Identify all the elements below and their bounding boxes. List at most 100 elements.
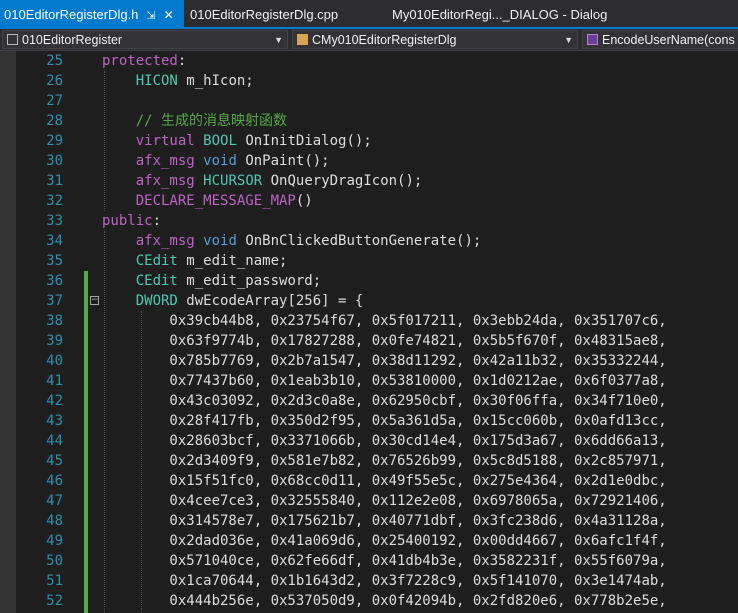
code-token: OnInitDialog(); (236, 133, 372, 149)
line-number: 42 (46, 393, 63, 409)
code-token: dwEcodeArray[256] = { (177, 293, 364, 309)
code-text: afx_msg void OnBnClickedButtonGenerate()… (102, 231, 482, 251)
line-number: 31 (46, 173, 63, 189)
code-token: 0x2d3409f9, 0x581e7b82, 0x76526b99, 0x5c… (102, 453, 667, 469)
code-line: 28 // 生成的消息映射函数 (0, 111, 738, 131)
code-token: CEdit (135, 273, 178, 289)
code-token: void (203, 153, 237, 169)
line-number: 39 (46, 333, 63, 349)
code-text: 0x2dad036e, 0x41a069d6, 0x25400192, 0x00… (102, 531, 667, 551)
chevron-down-icon: ▼ (564, 35, 573, 45)
code-token: afx_msg (135, 153, 195, 169)
code-line: 47 0x4cee7ce3, 0x32555840, 0x112e2e08, 0… (0, 491, 738, 511)
code-line: 48 0x314578e7, 0x175621b7, 0x40771dbf, 0… (0, 511, 738, 531)
method-icon (587, 34, 598, 45)
code-line: 40 0x785b7769, 0x2b7a1547, 0x38d11292, 0… (0, 351, 738, 371)
line-number: 46 (46, 473, 63, 489)
code-line: 33 public: (0, 211, 738, 231)
code-token: protected (102, 53, 178, 69)
tab-dialog-resource[interactable]: My010EditorRegi..._DIALOG - Dialog (392, 0, 607, 27)
line-number: 43 (46, 413, 63, 429)
code-token: 0x444b256e, 0x537050d9, 0x0f42094b, 0x2f… (102, 593, 667, 609)
code-token: 0x4cee7ce3, 0x32555840, 0x112e2e08, 0x69… (102, 493, 667, 509)
code-line: 50 0x571040ce, 0x62fe66df, 0x41db4b3e, 0… (0, 551, 738, 571)
project-dropdown[interactable]: 010EditorRegister ▼ (2, 30, 288, 49)
code-line: 41 0x77437b60, 0x1eab3b10, 0x53810000, 0… (0, 371, 738, 391)
code-text: 0x785b7769, 0x2b7a1547, 0x38d11292, 0x42… (102, 351, 666, 371)
code-text: HICON m_hIcon; (102, 71, 254, 91)
code-line: 27 (0, 91, 738, 111)
code-text: 0x28603bcf, 0x3371066b, 0x30cd14e4, 0x17… (102, 431, 667, 451)
code-token: m_edit_name; (177, 253, 288, 269)
code-text: 0x444b256e, 0x537050d9, 0x0f42094b, 0x2f… (102, 591, 667, 611)
class-icon (297, 34, 308, 45)
code-text: 0x571040ce, 0x62fe66df, 0x41db4b3e, 0x35… (102, 551, 666, 571)
code-token: () (295, 193, 313, 209)
code-token: DWORD (135, 293, 178, 309)
code-token: DECLARE_MESSAGE_MAP (135, 193, 296, 209)
member-dropdown[interactable]: EncodeUserName(cons (582, 30, 738, 49)
line-number: 49 (46, 533, 63, 549)
code-token: 0x15f51fc0, 0x68cc0d11, 0x49f55e5c, 0x27… (102, 473, 667, 489)
line-number: 28 (46, 113, 63, 129)
tab-label: 010EditorRegisterDlg.cpp (190, 7, 339, 22)
code-text: 0x1ca70644, 0x1b1643d2, 0x3f7228c9, 0x5f… (102, 571, 667, 591)
code-line: 46 0x15f51fc0, 0x68cc0d11, 0x49f55e5c, 0… (0, 471, 738, 491)
line-number: 25 (46, 53, 63, 69)
line-number: 48 (46, 513, 63, 529)
code-token: 0x43c03092, 0x2d3c0a8e, 0x62950cbf, 0x30… (102, 393, 667, 409)
line-number: 40 (46, 353, 63, 369)
line-number: 41 (46, 373, 63, 389)
code-line: 42 0x43c03092, 0x2d3c0a8e, 0x62950cbf, 0… (0, 391, 738, 411)
line-number: 50 (46, 553, 63, 569)
close-icon[interactable]: ✕ (164, 8, 174, 22)
line-number: 33 (46, 213, 63, 229)
line-number: 30 (46, 153, 63, 169)
code-token: m_edit_password; (177, 273, 322, 289)
code-line: 52 0x444b256e, 0x537050d9, 0x0f42094b, 0… (0, 591, 738, 611)
code-text: 0x2d3409f9, 0x581e7b82, 0x76526b99, 0x5c… (102, 451, 667, 471)
code-line: 49 0x2dad036e, 0x41a069d6, 0x25400192, 0… (0, 531, 738, 551)
class-dropdown[interactable]: CMy010EditorRegisterDlg ▼ (292, 30, 578, 49)
code-token: 0x2dad036e, 0x41a069d6, 0x25400192, 0x00… (102, 533, 667, 549)
tab-label: My010EditorRegi..._DIALOG - Dialog (392, 7, 608, 22)
line-number: 36 (46, 273, 63, 289)
code-token: OnQueryDragIcon(); (262, 173, 423, 189)
code-token: 0x77437b60, 0x1eab3b10, 0x53810000, 0x1d… (102, 373, 667, 389)
code-line: 29 virtual BOOL OnInitDialog(); (0, 131, 738, 151)
code-line: 34 afx_msg void OnBnClickedButtonGenerat… (0, 231, 738, 251)
code-text: 0x39cb44b8, 0x23754f67, 0x5f017211, 0x3e… (102, 311, 667, 331)
code-token: 0x1ca70644, 0x1b1643d2, 0x3f7228c9, 0x5f… (102, 573, 667, 589)
code-token: OnBnClickedButtonGenerate(); (236, 233, 482, 249)
code-line: 35 CEdit m_edit_name; (0, 251, 738, 271)
code-text: 0x28f417fb, 0x350d2f95, 0x5a361d5a, 0x15… (102, 411, 667, 431)
project-dropdown-value: 010EditorRegister (22, 33, 123, 47)
code-token: HCURSOR (203, 173, 263, 189)
class-dropdown-value: CMy010EditorRegisterDlg (312, 33, 457, 47)
code-token: OnPaint(); (236, 153, 330, 169)
code-editor[interactable]: − 25 protected: 26 HICON m_hIcon; 27 28 // 生… (0, 51, 738, 613)
code-text: CEdit m_edit_name; (102, 251, 288, 271)
document-tab-bar: 010EditorRegisterDlg.h ⇲ ✕ 010EditorRegist… (0, 0, 738, 29)
project-icon (7, 34, 18, 45)
navigation-bar: 010EditorRegister ▼ CMy010EditorRegisterD… (0, 29, 738, 51)
line-number: 44 (46, 433, 63, 449)
code-token: CEdit (135, 253, 178, 269)
code-text: protected: (102, 51, 186, 71)
code-line: 30 afx_msg void OnPaint(); (0, 151, 738, 171)
tab-010editorregisterdlg-cpp[interactable]: 010EditorRegisterDlg.cpp (190, 0, 338, 27)
code-token: afx_msg (135, 173, 195, 189)
code-token: 0x28f417fb, 0x350d2f95, 0x5a361d5a, 0x15… (102, 413, 667, 429)
code-text: DECLARE_MESSAGE_MAP() (102, 191, 313, 211)
tab-010editorregisterdlg-h[interactable]: 010EditorRegisterDlg.h ⇲ ✕ (0, 0, 184, 27)
line-number: 32 (46, 193, 63, 209)
code-text: DWORD dwEcodeArray[256] = { (102, 291, 364, 311)
pin-icon[interactable]: ⇲ (146, 10, 155, 22)
code-token: 0x28603bcf, 0x3371066b, 0x30cd14e4, 0x17… (102, 433, 667, 449)
code-token: 0x39cb44b8, 0x23754f67, 0x5f017211, 0x3e… (102, 313, 667, 329)
